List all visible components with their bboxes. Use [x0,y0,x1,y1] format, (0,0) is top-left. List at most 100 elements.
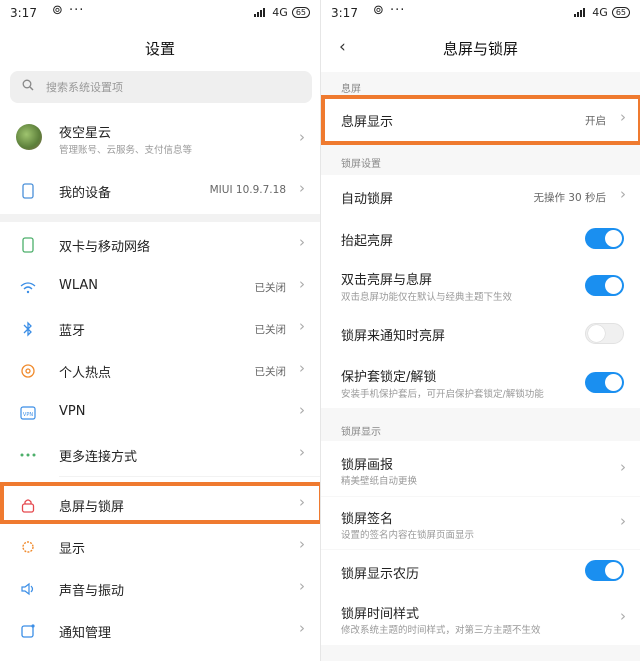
settings-item-label: WLAN [59,278,99,293]
my-device-value: MIUI 10.9.7.18 [209,184,286,196]
chevron-right-icon: › [299,179,305,197]
settings-item-label: 蓝牙 [59,324,86,339]
search-input[interactable]: 搜索系统设置项 [10,71,312,103]
settings-item-notification[interactable]: 通知管理 › [0,610,320,652]
lunar-toggle[interactable] [585,560,624,581]
network-type: 4G [272,6,288,19]
notify-wake-toggle[interactable] [585,323,624,344]
notify-wake-label: 锁屏来通知时亮屏 [341,329,446,344]
settings-item-value: 已关闭 [254,324,287,336]
network-type: 4G [592,6,608,19]
pictorial-sub: 精美壁纸自动更换 [341,476,418,487]
signal-icon [254,8,268,17]
settings-item-hotspot[interactable]: 个人热点 已关闭 › [0,350,320,392]
chevron-right-icon: › [299,233,305,251]
chevron-right-icon: › [299,275,305,293]
lunar-label: 锁屏显示农历 [341,567,420,582]
status-bar: 3:17 ⊚ ··· 4G 65 [321,0,640,28]
settings-item-speaker[interactable]: 声音与振动 › [0,568,320,610]
display-icon [18,537,38,557]
clock-style-row[interactable]: 锁屏时间样式 修改系统主题的时间样式，对第三方主题不生效 › [321,592,640,645]
chevron-right-icon: › [299,401,305,419]
account-sub: 管理账号、云服务、支付信息等 [59,145,193,156]
settings-item-sim-card[interactable]: 双卡与移动网络 › [0,224,320,266]
speaker-icon [18,579,38,599]
double-tap-toggle[interactable] [585,275,624,296]
my-device-row[interactable]: 我的设备 MIUI 10.9.7.18 › [0,170,320,212]
raise-to-wake-label: 抬起亮屏 [341,234,394,249]
settings-item-more-connections[interactable]: 更多连接方式 › [0,434,320,476]
settings-item-label: 声音与振动 [59,584,125,599]
more-connections-icon [18,445,38,465]
section-header-aod: 息屏 [341,84,361,95]
sim-card-icon [18,235,38,255]
signature-row[interactable]: 锁屏签名 设置的签名内容在锁屏页面显示 › [321,497,640,549]
double-tap-label: 双击亮屏与息屏 [341,273,433,288]
search-placeholder: 搜索系统设置项 [46,81,123,94]
settings-item-value: 已关闭 [254,282,287,294]
chevron-right-icon: › [299,619,305,637]
battery-icon: 65 [611,7,630,18]
settings-item-label: VPN [59,404,86,419]
settings-item-label: 更多连接方式 [59,450,138,465]
page-title: 设置 [144,40,175,58]
settings-screen: 3:17 ⊚ ··· 4G 65 设置 搜索系统设置项 夜空星云 管理账号、云服… [0,0,320,661]
clock-style-sub: 修改系统主题的时间样式，对第三方主题不生效 [341,625,541,636]
cover-lock-row: 保护套锁定/解锁 安装手机保护套后，可开启保护套锁定/解锁功能 [321,355,640,408]
signature-label: 锁屏签名 [341,512,394,527]
pictorial-row[interactable]: 锁屏画报 精美壁纸自动更换 › [321,441,640,496]
pictorial-label: 锁屏画报 [341,458,394,473]
toggle-knob [605,374,622,391]
row-divider [59,476,320,477]
auto-lock-value: 无操作 30 秒后 [533,192,606,204]
clock-style-label: 锁屏时间样式 [341,607,420,622]
highlight-box [0,482,320,524]
section-header-lock-display: 锁屏显示 [341,427,381,438]
toggle-knob [605,562,622,579]
double-tap-sub: 双击息屏功能仅在默认与经典主题下生效 [341,292,513,303]
notification-icon [18,621,38,641]
page-title: 息屏与锁屏 [442,40,518,58]
status-time: 3:17 [10,6,37,20]
settings-item-label: 通知管理 [59,626,112,641]
chevron-right-icon: › [299,128,305,146]
status-icons: 4G 65 [574,6,630,19]
vpn-icon: VPN [18,403,38,423]
chevron-right-icon: › [299,359,305,377]
hotspot-icon [18,361,38,381]
account-row[interactable]: 夜空星云 管理账号、云服务、支付信息等 › [0,114,320,164]
battery-icon: 65 [291,7,310,18]
avatar [16,124,42,150]
svg-text:VPN: VPN [23,412,33,418]
signature-sub: 设置的签名内容在锁屏页面显示 [341,530,475,541]
bluetooth-icon [18,319,38,339]
status-icons: 4G 65 [254,6,310,19]
account-name: 夜空星云 [59,126,112,141]
settings-item-bluetooth[interactable]: 蓝牙 已关闭 › [0,308,320,350]
chevron-right-icon: › [620,458,626,476]
auto-lock-row[interactable]: 自动锁屏 无操作 30 秒后 › [321,175,640,217]
auto-lock-label: 自动锁屏 [341,192,394,207]
settings-item-vpn[interactable]: VPN VPN › [0,392,320,434]
aod-lockscreen-screen: 3:17 ⊚ ··· 4G 65 ‹ 息屏与锁屏 息屏 息屏显示 开启 › 锁屏… [321,0,640,661]
wifi-icon [18,277,38,297]
settings-item-label: 双卡与移动网络 [59,240,151,255]
notify-wake-row: 锁屏来通知时亮屏 [321,311,640,355]
chevron-right-icon: › [299,577,305,595]
toggle-knob [605,277,622,294]
status-time: 3:17 [331,6,358,20]
settings-item-wifi[interactable]: WLAN 已关闭 › [0,266,320,308]
highlight-box [321,95,640,145]
status-notification-icons: ⊚ ··· [52,3,85,18]
section-divider [0,214,320,222]
settings-item-label: 显示 [59,542,86,557]
chevron-right-icon: › [620,512,626,530]
cover-lock-toggle[interactable] [585,372,624,393]
cover-lock-label: 保护套锁定/解锁 [341,370,437,385]
raise-to-wake-toggle[interactable] [585,228,624,249]
phone-icon [18,181,38,201]
settings-item-value: 已关闭 [254,366,287,378]
search-icon [22,79,34,91]
raise-to-wake-row: 抬起亮屏 [321,217,640,259]
settings-item-display[interactable]: 显示 › [0,526,320,568]
